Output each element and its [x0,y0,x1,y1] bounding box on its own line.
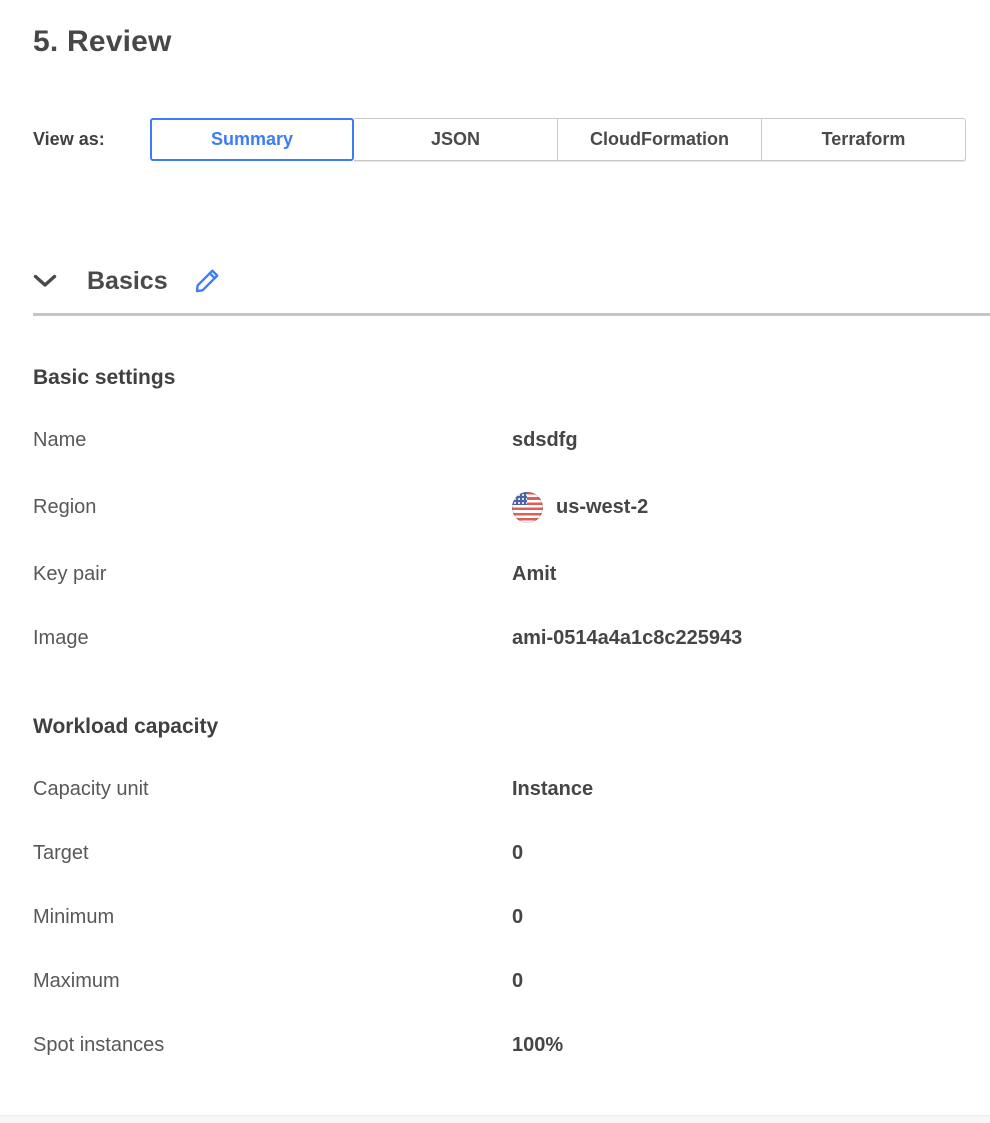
row-value: 0 [512,970,990,993]
row-key-pair: Key pair Amit [33,562,990,587]
tab-cloudformation[interactable]: CloudFormation [558,118,762,161]
us-flag-icon [512,492,543,523]
edit-pencil-icon[interactable] [192,265,222,297]
row-name: Name sdsdfg [33,428,990,453]
basics-section-title: Basics [87,267,168,296]
basics-section-header: Basics [33,265,990,297]
row-label: Maximum [33,970,512,993]
group-heading-workload-capacity: Workload capacity [33,715,990,739]
row-minimum: Minimum 0 [33,905,990,930]
tab-terraform[interactable]: Terraform [762,118,966,161]
view-as-row: View as: Summary JSON CloudFormation Ter… [33,118,990,161]
row-target: Target 0 [33,841,990,866]
row-value: ami-0514a4a1c8c225943 [512,627,990,650]
row-region: Region us-west-2 [33,492,990,523]
review-page: 5. Review View as: Summary JSON CloudFor… [0,25,990,1058]
group-heading-basic-settings: Basic settings [33,366,990,390]
row-value: us-west-2 [512,492,990,523]
row-label: Target [33,842,512,865]
row-value: Amit [512,563,990,586]
region-value: us-west-2 [556,496,648,519]
row-label: Spot instances [33,1034,512,1057]
section-divider [33,313,990,316]
tab-json[interactable]: JSON [354,118,558,161]
row-value: sdsdfg [512,429,990,452]
row-capacity-unit: Capacity unit Instance [33,777,990,802]
next-section-edge [0,1115,990,1123]
page-title: 5. Review [33,25,990,59]
row-label: Name [33,429,512,452]
row-label: Minimum [33,906,512,929]
view-as-label: View as: [33,129,150,150]
tab-summary[interactable]: Summary [150,118,354,161]
row-image: Image ami-0514a4a1c8c225943 [33,626,990,651]
view-as-tab-group: Summary JSON CloudFormation Terraform [150,118,966,161]
row-label: Capacity unit [33,778,512,801]
row-value: 0 [512,842,990,865]
row-label: Image [33,627,512,650]
chevron-down-icon[interactable] [33,269,61,293]
row-label: Region [33,496,512,519]
row-value: 100% [512,1034,990,1057]
basics-summary: Basic settings Name sdsdfg Region us-wes… [33,366,990,1058]
row-spot-instances: Spot instances 100% [33,1033,990,1058]
row-value: 0 [512,906,990,929]
row-maximum: Maximum 0 [33,969,990,994]
row-label: Key pair [33,563,512,586]
row-value: Instance [512,778,990,801]
